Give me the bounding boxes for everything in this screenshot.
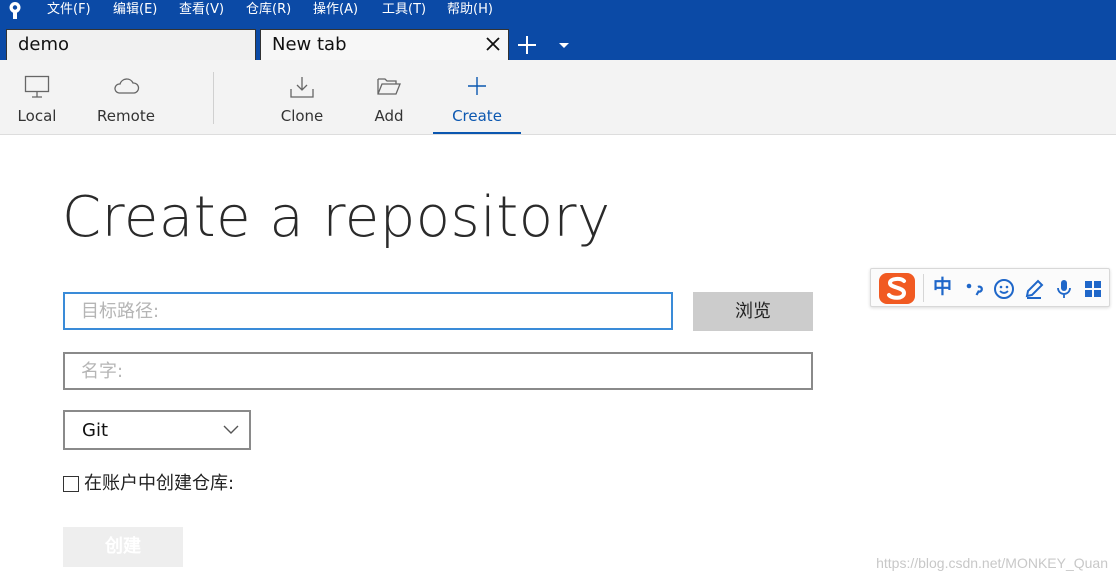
- menu-file[interactable]: 文件(F): [47, 1, 91, 18]
- microphone-icon[interactable]: [1053, 278, 1075, 300]
- toolbox-icon[interactable]: [1082, 278, 1104, 300]
- close-icon[interactable]: [484, 35, 502, 53]
- ime-separator: [923, 274, 924, 302]
- emoji-icon[interactable]: [993, 278, 1015, 300]
- menu-edit[interactable]: 编辑(E): [113, 1, 157, 18]
- toolbar-divider: [213, 72, 214, 124]
- browse-button[interactable]: 浏览: [693, 292, 813, 331]
- menu-view[interactable]: 查看(V): [179, 1, 224, 18]
- repository-name-input[interactable]: [63, 352, 813, 390]
- add-tab-icon[interactable]: [516, 34, 538, 56]
- toolbar-clone[interactable]: Clone: [276, 60, 328, 134]
- tab-bar: demo New tab: [0, 20, 1116, 60]
- vcs-type-select[interactable]: Git: [63, 410, 251, 450]
- toolbar-remote[interactable]: Remote: [90, 60, 162, 134]
- watermark: https://blog.csdn.net/MONKEY_Quan: [876, 555, 1108, 571]
- cloud-icon: [114, 78, 140, 94]
- tab-new-tab[interactable]: New tab: [260, 29, 509, 60]
- folder-open-icon: [377, 78, 401, 95]
- ime-toolbar: 中: [870, 268, 1110, 307]
- toolbar: Local Remote Clone Add Create: [0, 60, 1116, 135]
- create-in-account-checkbox[interactable]: [63, 476, 79, 492]
- toolbar-remote-label: Remote: [97, 107, 155, 125]
- tab-demo[interactable]: demo: [6, 29, 256, 60]
- chevron-down-icon: [223, 425, 239, 434]
- toolbar-create-label: Create: [452, 107, 502, 125]
- sogou-logo-icon[interactable]: [877, 272, 917, 305]
- vcs-type-value: Git: [82, 420, 109, 441]
- download-icon: [290, 77, 314, 98]
- page-title: Create a repository: [62, 185, 611, 250]
- create-in-account-label: 在账户中创建仓库:: [84, 473, 235, 494]
- ime-language-toggle[interactable]: 中: [933, 276, 952, 298]
- punctuation-icon[interactable]: [963, 278, 985, 300]
- toolbar-add[interactable]: Add: [364, 60, 414, 134]
- active-tab-indicator: [433, 132, 521, 134]
- tab-label: New tab: [272, 34, 347, 55]
- toolbar-local-label: Local: [17, 107, 57, 125]
- menu-actions[interactable]: 操作(A): [313, 1, 358, 18]
- toolbar-clone-label: Clone: [280, 107, 324, 125]
- monitor-icon: [24, 75, 50, 98]
- menu-bar: 文件(F) 编辑(E) 查看(V) 仓库(R) 操作(A) 工具(T) 帮助(H…: [0, 0, 1116, 20]
- menu-repository[interactable]: 仓库(R): [246, 1, 291, 18]
- toolbar-add-label: Add: [374, 107, 404, 125]
- toolbar-create[interactable]: Create: [433, 60, 521, 134]
- toolbar-local[interactable]: Local: [10, 60, 64, 134]
- plus-icon: [468, 77, 486, 95]
- create-button[interactable]: 创建: [63, 527, 183, 567]
- menu-help[interactable]: 帮助(H): [447, 1, 493, 18]
- tab-label: demo: [18, 34, 70, 55]
- skin-icon[interactable]: [1023, 278, 1045, 300]
- destination-path-input[interactable]: [63, 292, 673, 330]
- menu-tools[interactable]: 工具(T): [382, 1, 426, 18]
- chevron-down-icon[interactable]: [558, 42, 570, 50]
- app-logo-icon: [9, 2, 21, 19]
